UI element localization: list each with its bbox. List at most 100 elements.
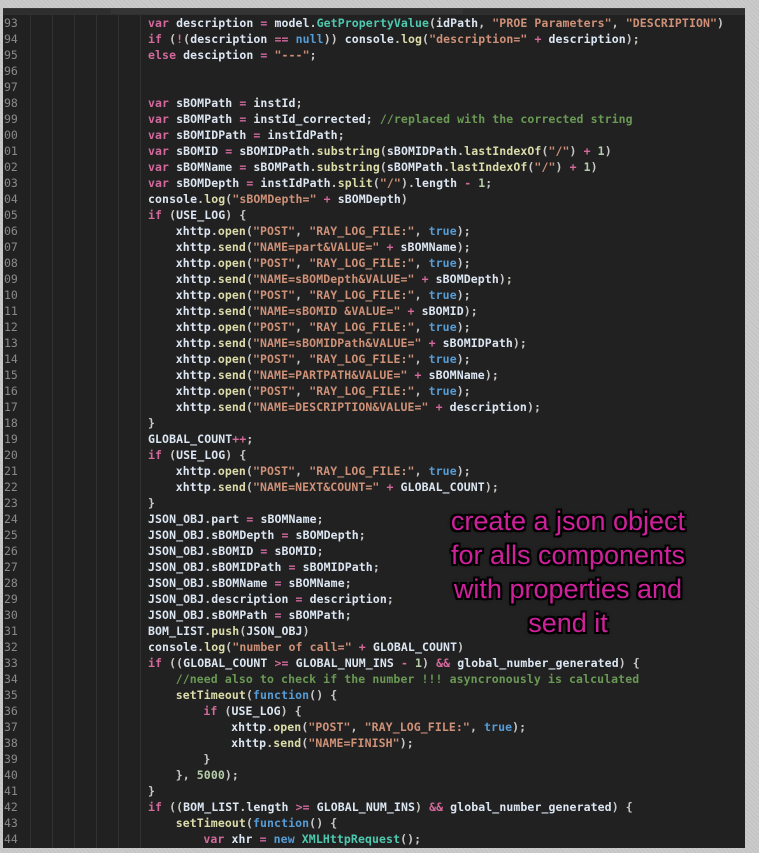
- code-line[interactable]: 10 xhttp.open("POST", "RAY_LOG_FILE:", tr…: [3, 287, 745, 303]
- line-number: 32: [4, 640, 18, 654]
- code-line[interactable]: 18}: [3, 415, 745, 431]
- top-bar-highlight: [111, 9, 463, 14]
- code-line[interactable]: 02 var sBOMName = sBOMPath.substring(sBOM…: [3, 159, 745, 175]
- code-text: xhttp.open("POST", "RAY_LOG_FILE:", true…: [175, 384, 471, 398]
- code-line[interactable]: 00 var sBOMIDPath = instIdPath;: [3, 127, 745, 143]
- code-text: xhttp.send("NAME=sBOMIDPath&VALUE=" + sB…: [175, 336, 527, 350]
- code-line[interactable]: 38 xhttp.send("NAME=FINISH");: [3, 735, 745, 751]
- code-text: var xhr = new XMLHttpRequest();: [203, 832, 422, 846]
- line-number: 16: [4, 384, 18, 398]
- line-number: 22: [4, 480, 18, 494]
- code-text: xhttp.open("POST", "RAY_LOG_FILE:", true…: [175, 352, 471, 366]
- code-line[interactable]: 12 xhttp.open("POST", "RAY_LOG_FILE:", tr…: [3, 319, 745, 335]
- code-line[interactable]: 33 if ((GLOBAL_COUNT >= GLOBAL_NUM_INS - …: [3, 655, 745, 671]
- code-line[interactable]: 99 var sBOMPath = instId_corrected; //rep…: [3, 111, 745, 127]
- code-line[interactable]: 22 xhttp.send("NAME=NEXT&COUNT=" + GLOBAL…: [3, 479, 745, 495]
- code-line[interactable]: 04 console.log("sBOMDepth=" + sBOMDepth): [3, 191, 745, 207]
- code-text: }: [148, 496, 156, 510]
- code-text: if (USE_LOG) {: [203, 704, 302, 718]
- line-number: 17: [4, 400, 18, 414]
- code-line[interactable]: 39}: [3, 751, 745, 767]
- code-text: }: [148, 784, 156, 798]
- line-number: 34: [4, 672, 18, 686]
- code-text: var sBOMIDPath = instIdPath;: [148, 128, 345, 142]
- code-line[interactable]: 96: [3, 63, 745, 79]
- code-line[interactable]: 32 console.log("number of call=" + GLOBAL…: [3, 639, 745, 655]
- code-text: if (!(description == null)) console.log(…: [148, 32, 640, 46]
- code-line[interactable]: 05 if (USE_LOG) {: [3, 207, 745, 223]
- code-line[interactable]: 15 xhttp.send("NAME=PARTPATH&VALUE=" + sB…: [3, 367, 745, 383]
- code-line[interactable]: 97: [3, 79, 745, 95]
- code-line[interactable]: 34 //need also to check if the number !!!…: [3, 671, 745, 687]
- code-line[interactable]: 14 xhttp.open("POST", "RAY_LOG_FILE:", tr…: [3, 351, 745, 367]
- line-number: 18: [4, 416, 18, 430]
- code-line[interactable]: 36 if (USE_LOG) {: [3, 703, 745, 719]
- code-text: JSON_OBJ.sBOMName = sBOMName;: [148, 576, 352, 590]
- code-line[interactable]: 09 xhttp.send("NAME=sBOMDepth&VALUE=" + s…: [3, 271, 745, 287]
- line-number: 93: [4, 16, 18, 30]
- code-line[interactable]: 94 if (!(description == null)) console.lo…: [3, 31, 745, 47]
- code-line[interactable]: 20 if (USE_LOG) {: [3, 447, 745, 463]
- code-text: console.log("sBOMDepth=" + sBOMDepth): [148, 192, 408, 206]
- code-line[interactable]: 43 setTimeout(function() {: [3, 815, 745, 831]
- code-line[interactable]: 08 xhttp.open("POST", "RAY_LOG_FILE:", tr…: [3, 255, 745, 271]
- code-line[interactable]: 01 var sBOMID = sBOMIDPath.substring(sBOM…: [3, 143, 745, 159]
- line-number: 30: [4, 608, 18, 622]
- code-text: }: [148, 416, 156, 430]
- code-text: var sBOMPath = instId_corrected; //repla…: [148, 112, 633, 126]
- line-number: 99: [4, 112, 18, 126]
- code-text: if ((GLOBAL_COUNT >= GLOBAL_NUM_INS - 1)…: [148, 656, 640, 670]
- code-line[interactable]: 13 xhttp.send("NAME=sBOMIDPath&VALUE=" + …: [3, 335, 745, 351]
- line-number: 21: [4, 464, 18, 478]
- code-line[interactable]: 17 xhttp.send("NAME=DESCRIPTION&VALUE=" +…: [3, 399, 745, 415]
- code-line[interactable]: 44 var xhr = new XMLHttpRequest();: [3, 831, 745, 847]
- code-line[interactable]: 93 var description = model.GetPropertyVal…: [3, 15, 745, 31]
- annotation-line: create a json object: [450, 506, 686, 536]
- code-text: JSON_OBJ.sBOMIDPath = sBOMIDPath;: [148, 560, 380, 574]
- code-line[interactable]: 40}, 5000);: [3, 767, 745, 783]
- line-number: 07: [4, 240, 18, 254]
- line-number: 05: [4, 208, 18, 222]
- code-line[interactable]: 95 else desciption = "---";: [3, 47, 745, 63]
- code-line[interactable]: 06 xhttp.open("POST", "RAY_LOG_FILE:", tr…: [3, 223, 745, 239]
- line-number: 28: [4, 576, 18, 590]
- line-number: 01: [4, 144, 18, 158]
- code-line[interactable]: 37 xhttp.open("POST", "RAY_LOG_FILE:", tr…: [3, 719, 745, 735]
- code-line[interactable]: 19 GLOBAL_COUNT++;: [3, 431, 745, 447]
- code-text: var sBOMDepth = instIdPath.split("/").le…: [148, 176, 493, 190]
- line-number: 23: [4, 496, 18, 510]
- code-line[interactable]: 11 xhttp.send("NAME=sBOMID &VALUE=" + sBO…: [3, 303, 745, 319]
- code-area[interactable]: 93 var description = model.GetPropertyVal…: [3, 15, 745, 848]
- line-number: 15: [4, 368, 18, 382]
- code-line[interactable]: 21 xhttp.open("POST", "RAY_LOG_FILE:", tr…: [3, 463, 745, 479]
- line-number: 97: [4, 80, 18, 94]
- code-lines: 93 var description = model.GetPropertyVal…: [3, 15, 745, 847]
- code-text: xhttp.send("NAME=DESCRIPTION&VALUE=" + d…: [175, 400, 541, 414]
- code-text: var sBOMID = sBOMIDPath.substring(sBOMID…: [148, 144, 612, 158]
- code-text: xhttp.send("NAME=FINISH");: [231, 736, 414, 750]
- code-line[interactable]: 35 setTimeout(function() {: [3, 687, 745, 703]
- code-text: xhttp.open("POST", "RAY_LOG_FILE:", true…: [175, 288, 471, 302]
- line-number: 37: [4, 720, 18, 734]
- code-line[interactable]: 98 var sBOMPath = instId;: [3, 95, 745, 111]
- code-text: GLOBAL_COUNT++;: [148, 432, 254, 446]
- line-number: 35: [4, 688, 18, 702]
- line-number: 42: [4, 800, 18, 814]
- code-line[interactable]: 03 var sBOMDepth = instIdPath.split("/").…: [3, 175, 745, 191]
- code-line[interactable]: 42 if ((BOM_LIST.length >= GLOBAL_NUM_INS…: [3, 799, 745, 815]
- code-text: }: [203, 752, 211, 766]
- code-line[interactable]: 07 xhttp.send("NAME=part&VALUE=" + sBOMNa…: [3, 239, 745, 255]
- code-text: }, 5000);: [175, 768, 239, 782]
- line-number: 09: [4, 272, 18, 286]
- line-number: 94: [4, 32, 18, 46]
- line-number: 27: [4, 560, 18, 574]
- code-line[interactable]: 41}: [3, 783, 745, 799]
- code-line[interactable]: 16 xhttp.open("POST", "RAY_LOG_FILE:", tr…: [3, 383, 745, 399]
- code-text: xhttp.open("POST", "RAY_LOG_FILE:", true…: [231, 720, 527, 734]
- code-text: xhttp.send("NAME=NEXT&COUNT=" + GLOBAL_C…: [175, 480, 499, 494]
- line-number: 24: [4, 512, 18, 526]
- code-text: xhttp.open("POST", "RAY_LOG_FILE:", true…: [175, 256, 471, 270]
- code-text: xhttp.open("POST", "RAY_LOG_FILE:", true…: [175, 320, 471, 334]
- code-text: if (USE_LOG) {: [148, 448, 247, 462]
- line-number: 12: [4, 320, 18, 334]
